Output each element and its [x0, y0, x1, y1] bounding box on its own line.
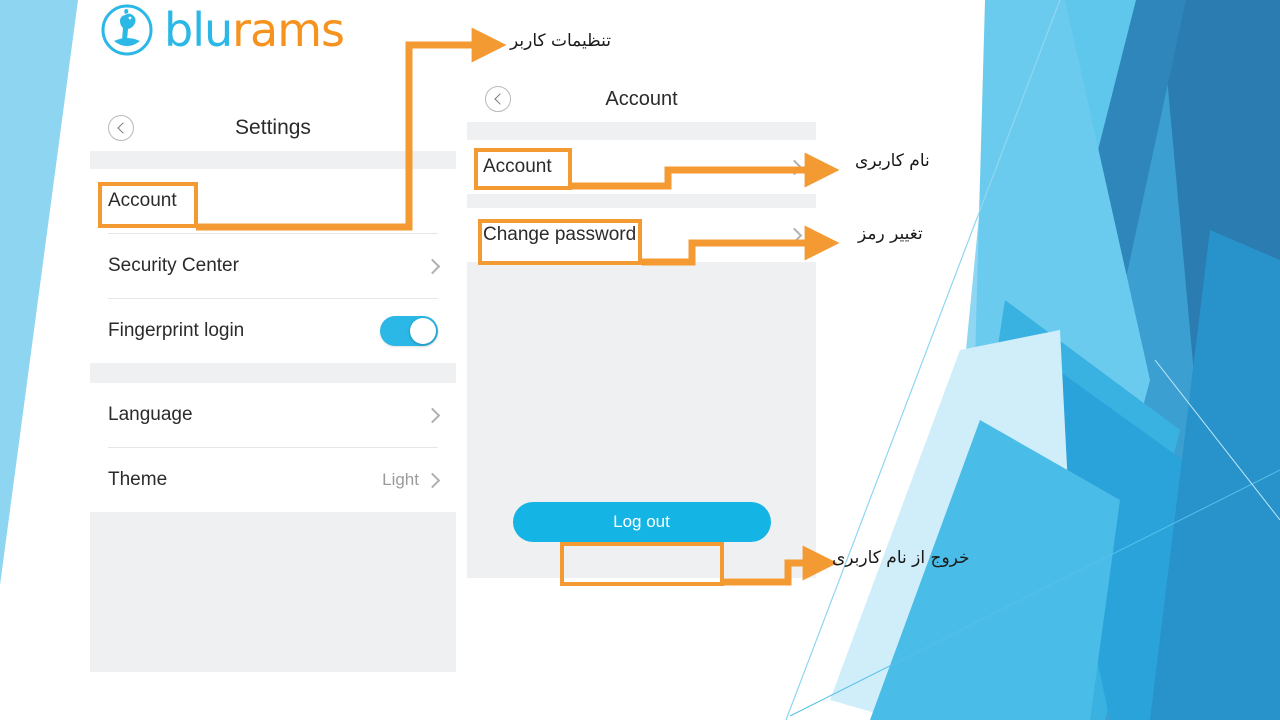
settings-back-button[interactable] — [108, 115, 134, 141]
toggle-knob — [410, 318, 436, 344]
account-changepw-accessory — [786, 227, 803, 243]
highlight-box-change-password — [478, 219, 642, 265]
presentation-slide: blurams Settings Account Security Center… — [0, 0, 1280, 720]
account-account-accessory — [786, 159, 803, 175]
settings-band-middle — [90, 363, 456, 383]
sidebar-item-fingerprint-login[interactable]: Fingerprint login — [90, 299, 456, 363]
settings-theme-label: Theme — [108, 469, 168, 490]
settings-theme-accessory: Light — [382, 470, 441, 490]
account-band-middle — [467, 194, 816, 208]
settings-language-label: Language — [108, 404, 193, 425]
account-body-spacer: Log out — [467, 262, 816, 578]
callout-settings-label: تنظیمات کاربر — [510, 31, 611, 51]
highlight-box-log-out — [560, 542, 724, 586]
logo-text-rams: rams — [232, 3, 345, 57]
chevron-right-icon — [786, 227, 803, 243]
blurams-wordmark: blurams — [164, 7, 345, 53]
callout-username-label: نام کاربری — [855, 151, 930, 171]
logo-text-blu: blu — [164, 3, 233, 57]
chevron-right-icon — [786, 159, 803, 175]
settings-security-label: Security Center — [108, 255, 239, 276]
settings-nav-bar: Settings — [90, 105, 456, 151]
settings-band-bottom — [90, 512, 456, 672]
highlight-box-account-row — [474, 148, 572, 190]
chevron-right-icon — [424, 258, 441, 274]
settings-theme-value: Light — [382, 470, 419, 489]
settings-language-accessory — [424, 407, 441, 423]
settings-fingerprint-label: Fingerprint login — [108, 320, 245, 341]
sidebar-item-language[interactable]: Language — [90, 383, 456, 447]
blurams-ram-circle-icon — [101, 4, 153, 56]
blurams-logo: blurams — [100, 2, 345, 58]
settings-security-accessory — [424, 258, 441, 274]
sidebar-item-theme[interactable]: Theme Light — [90, 448, 456, 512]
account-back-button[interactable] — [485, 86, 511, 112]
log-out-button[interactable]: Log out — [512, 502, 771, 542]
callout-logout-label: خروج از نام کاربری — [832, 548, 970, 568]
account-nav-bar: Account — [467, 76, 816, 122]
settings-band-top — [90, 151, 456, 169]
settings-title: Settings — [235, 116, 311, 139]
fingerprint-login-toggle[interactable] — [380, 316, 438, 346]
chevron-right-icon — [424, 407, 441, 423]
account-title: Account — [605, 87, 678, 110]
chevron-right-icon — [424, 472, 441, 488]
settings-fingerprint-accessory — [380, 316, 438, 346]
account-band-top — [467, 122, 816, 140]
callout-change-password-label: تغییر رمز — [858, 224, 923, 244]
sidebar-item-security-center[interactable]: Security Center — [90, 234, 456, 298]
chevron-left-icon — [116, 122, 129, 134]
highlight-box-settings-account — [98, 182, 198, 228]
chevron-left-icon — [493, 93, 506, 105]
